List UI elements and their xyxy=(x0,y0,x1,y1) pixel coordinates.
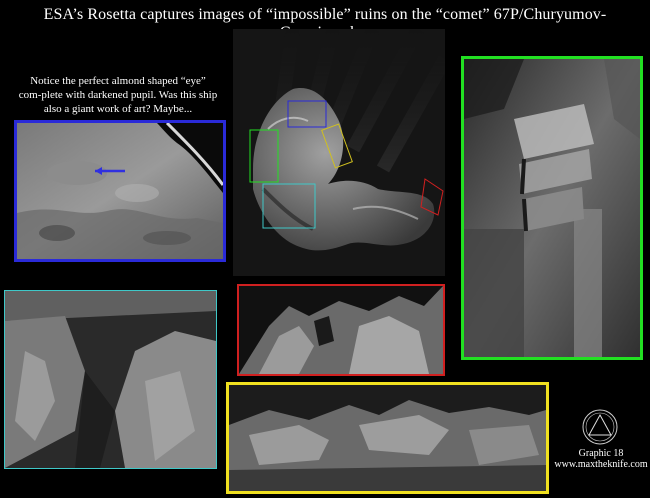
comet-overview-photo xyxy=(233,29,445,276)
layered-ruins-photo xyxy=(226,382,549,494)
ruins-cliff-image xyxy=(5,291,216,468)
terraced-structure-photo xyxy=(461,56,643,360)
layered-ruins-image xyxy=(229,385,546,491)
eye-closeup-image xyxy=(17,123,223,259)
ruins-cliff-photo xyxy=(4,290,217,469)
graphic-number: Graphic 18 xyxy=(578,448,624,459)
eye-closeup-photo xyxy=(14,120,226,262)
jagged-ridge-image xyxy=(239,286,443,374)
eye-note: Notice the perfect almond shaped “eye” c… xyxy=(18,75,218,115)
triangle-seal-icon xyxy=(582,409,618,445)
credit: Graphic 18 www.maxtheknife.com xyxy=(553,448,649,470)
terraced-structure-image xyxy=(464,59,640,357)
website-link[interactable]: www.maxtheknife.com xyxy=(553,459,649,470)
jagged-ridge-photo xyxy=(237,284,445,376)
comet-overview-image xyxy=(233,29,445,276)
